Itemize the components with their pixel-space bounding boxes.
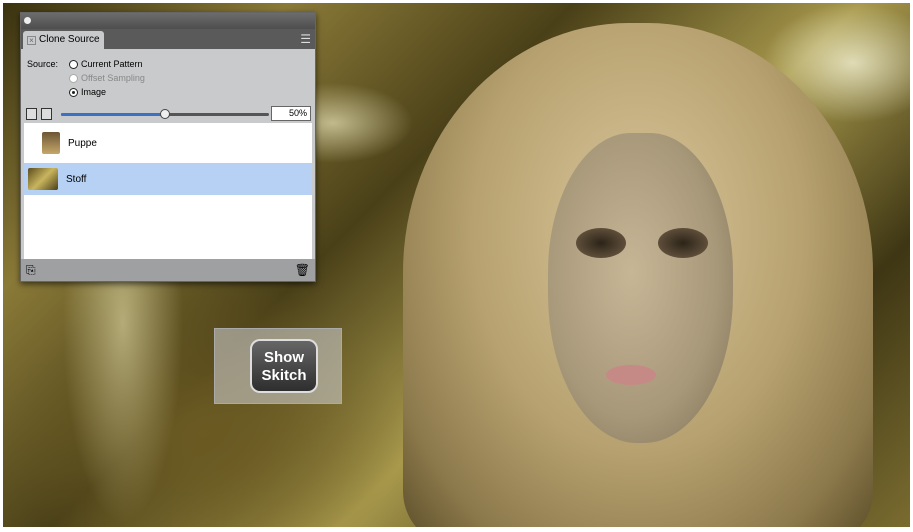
item-label: Stoff <box>66 173 87 185</box>
portrait-hair <box>403 23 873 527</box>
item-label: Puppe <box>68 137 97 149</box>
close-tab-icon[interactable]: × <box>27 35 36 45</box>
thumbnail <box>42 132 60 154</box>
list-item-puppe[interactable]: Puppe <box>24 127 312 159</box>
radio-label: Offset Sampling <box>81 73 145 83</box>
radio-label: Current Pattern <box>81 59 143 69</box>
source-section: Source: Current Pattern Offset Sampling … <box>21 49 315 105</box>
panel-titlebar[interactable] <box>21 13 315 29</box>
radio-label: Image <box>81 87 107 97</box>
panel-footer: ⎘ 🗑 <box>21 259 315 281</box>
opacity-field[interactable]: 50% <box>271 106 311 121</box>
list-item-stoff[interactable]: Stoff <box>24 163 312 195</box>
show-skitch-button[interactable]: Show Skitch <box>250 339 318 393</box>
radio-current-pattern[interactable]: Current Pattern <box>69 59 143 69</box>
trash-icon[interactable]: 🗑 <box>295 263 310 277</box>
open-image-icon[interactable]: ⎘ <box>26 263 36 278</box>
close-dot-icon[interactable] <box>24 17 31 24</box>
skitch-widget: Show Skitch <box>214 328 342 404</box>
opacity-row: 50% <box>21 105 315 123</box>
opacity-slider[interactable] <box>61 109 269 119</box>
panel-menu-icon[interactable]: ☰ <box>300 32 311 46</box>
panel-tab-row: × Clone Source ☰ <box>21 29 315 49</box>
radio-offset-sampling: Offset Sampling <box>69 73 145 83</box>
radio-image[interactable]: Image <box>69 87 106 97</box>
skitch-line2: Skitch <box>261 367 307 384</box>
eye <box>576 228 626 258</box>
slider-knob[interactable] <box>160 109 170 119</box>
portrait-face <box>548 133 733 443</box>
source-list: Puppe Stoff <box>24 123 312 259</box>
duplicate-icon[interactable] <box>41 108 52 120</box>
tab-label: Clone Source <box>39 34 100 45</box>
tab-clone-source[interactable]: × Clone Source <box>23 31 104 49</box>
eye <box>658 228 708 258</box>
skitch-line1: Show <box>264 349 304 366</box>
clone-source-panel: × Clone Source ☰ Source: Current Pattern … <box>20 12 316 282</box>
thumbnail <box>28 168 58 190</box>
source-label: Source: <box>27 59 59 69</box>
new-layer-icon[interactable] <box>26 108 37 120</box>
lips <box>606 365 656 385</box>
